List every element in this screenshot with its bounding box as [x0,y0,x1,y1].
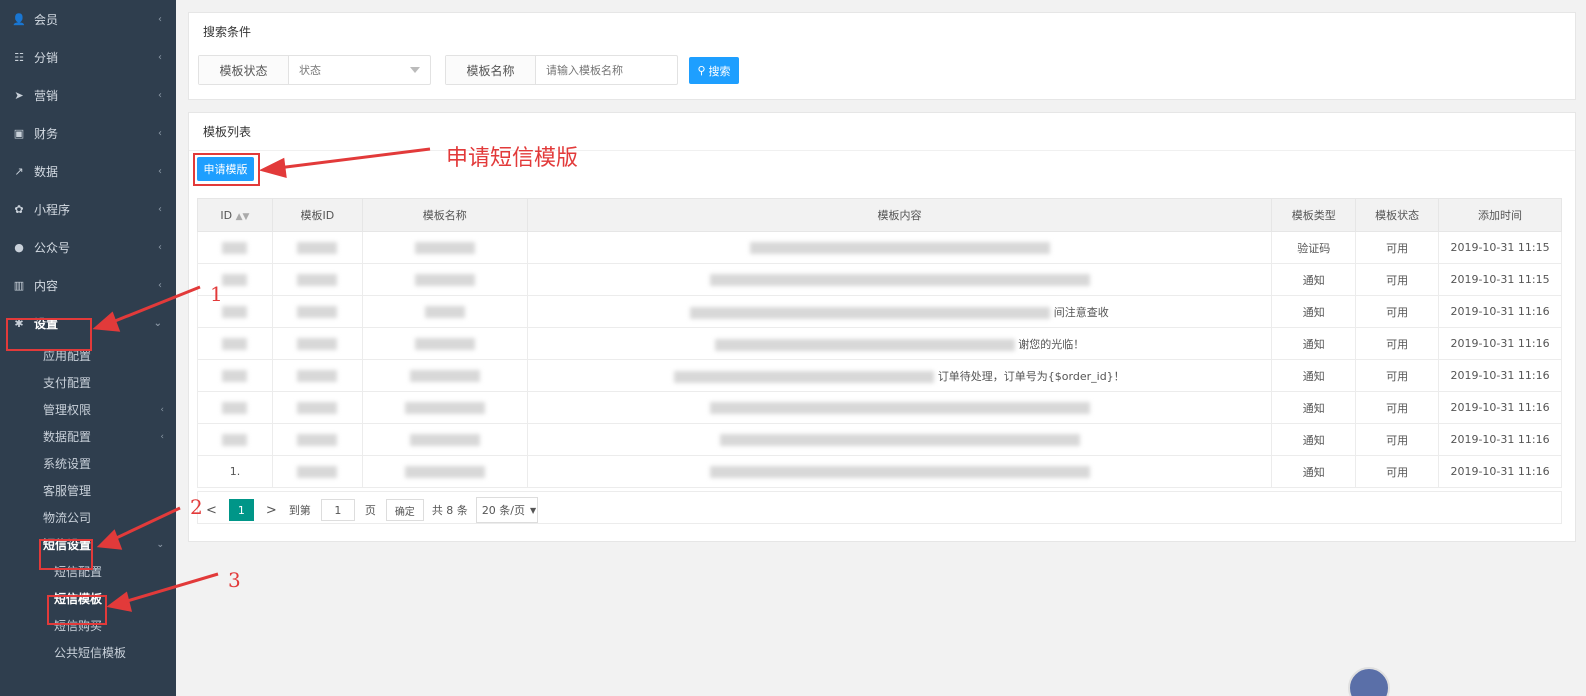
annotation-box-settings [6,318,92,351]
annotation-box-sms-template [47,595,107,625]
annotation-step-1: 1 [210,282,223,306]
annotation-box-sms-settings [39,539,93,570]
annotation-step-3: 3 [228,568,241,592]
annotation-step-2: 2 [190,495,203,519]
